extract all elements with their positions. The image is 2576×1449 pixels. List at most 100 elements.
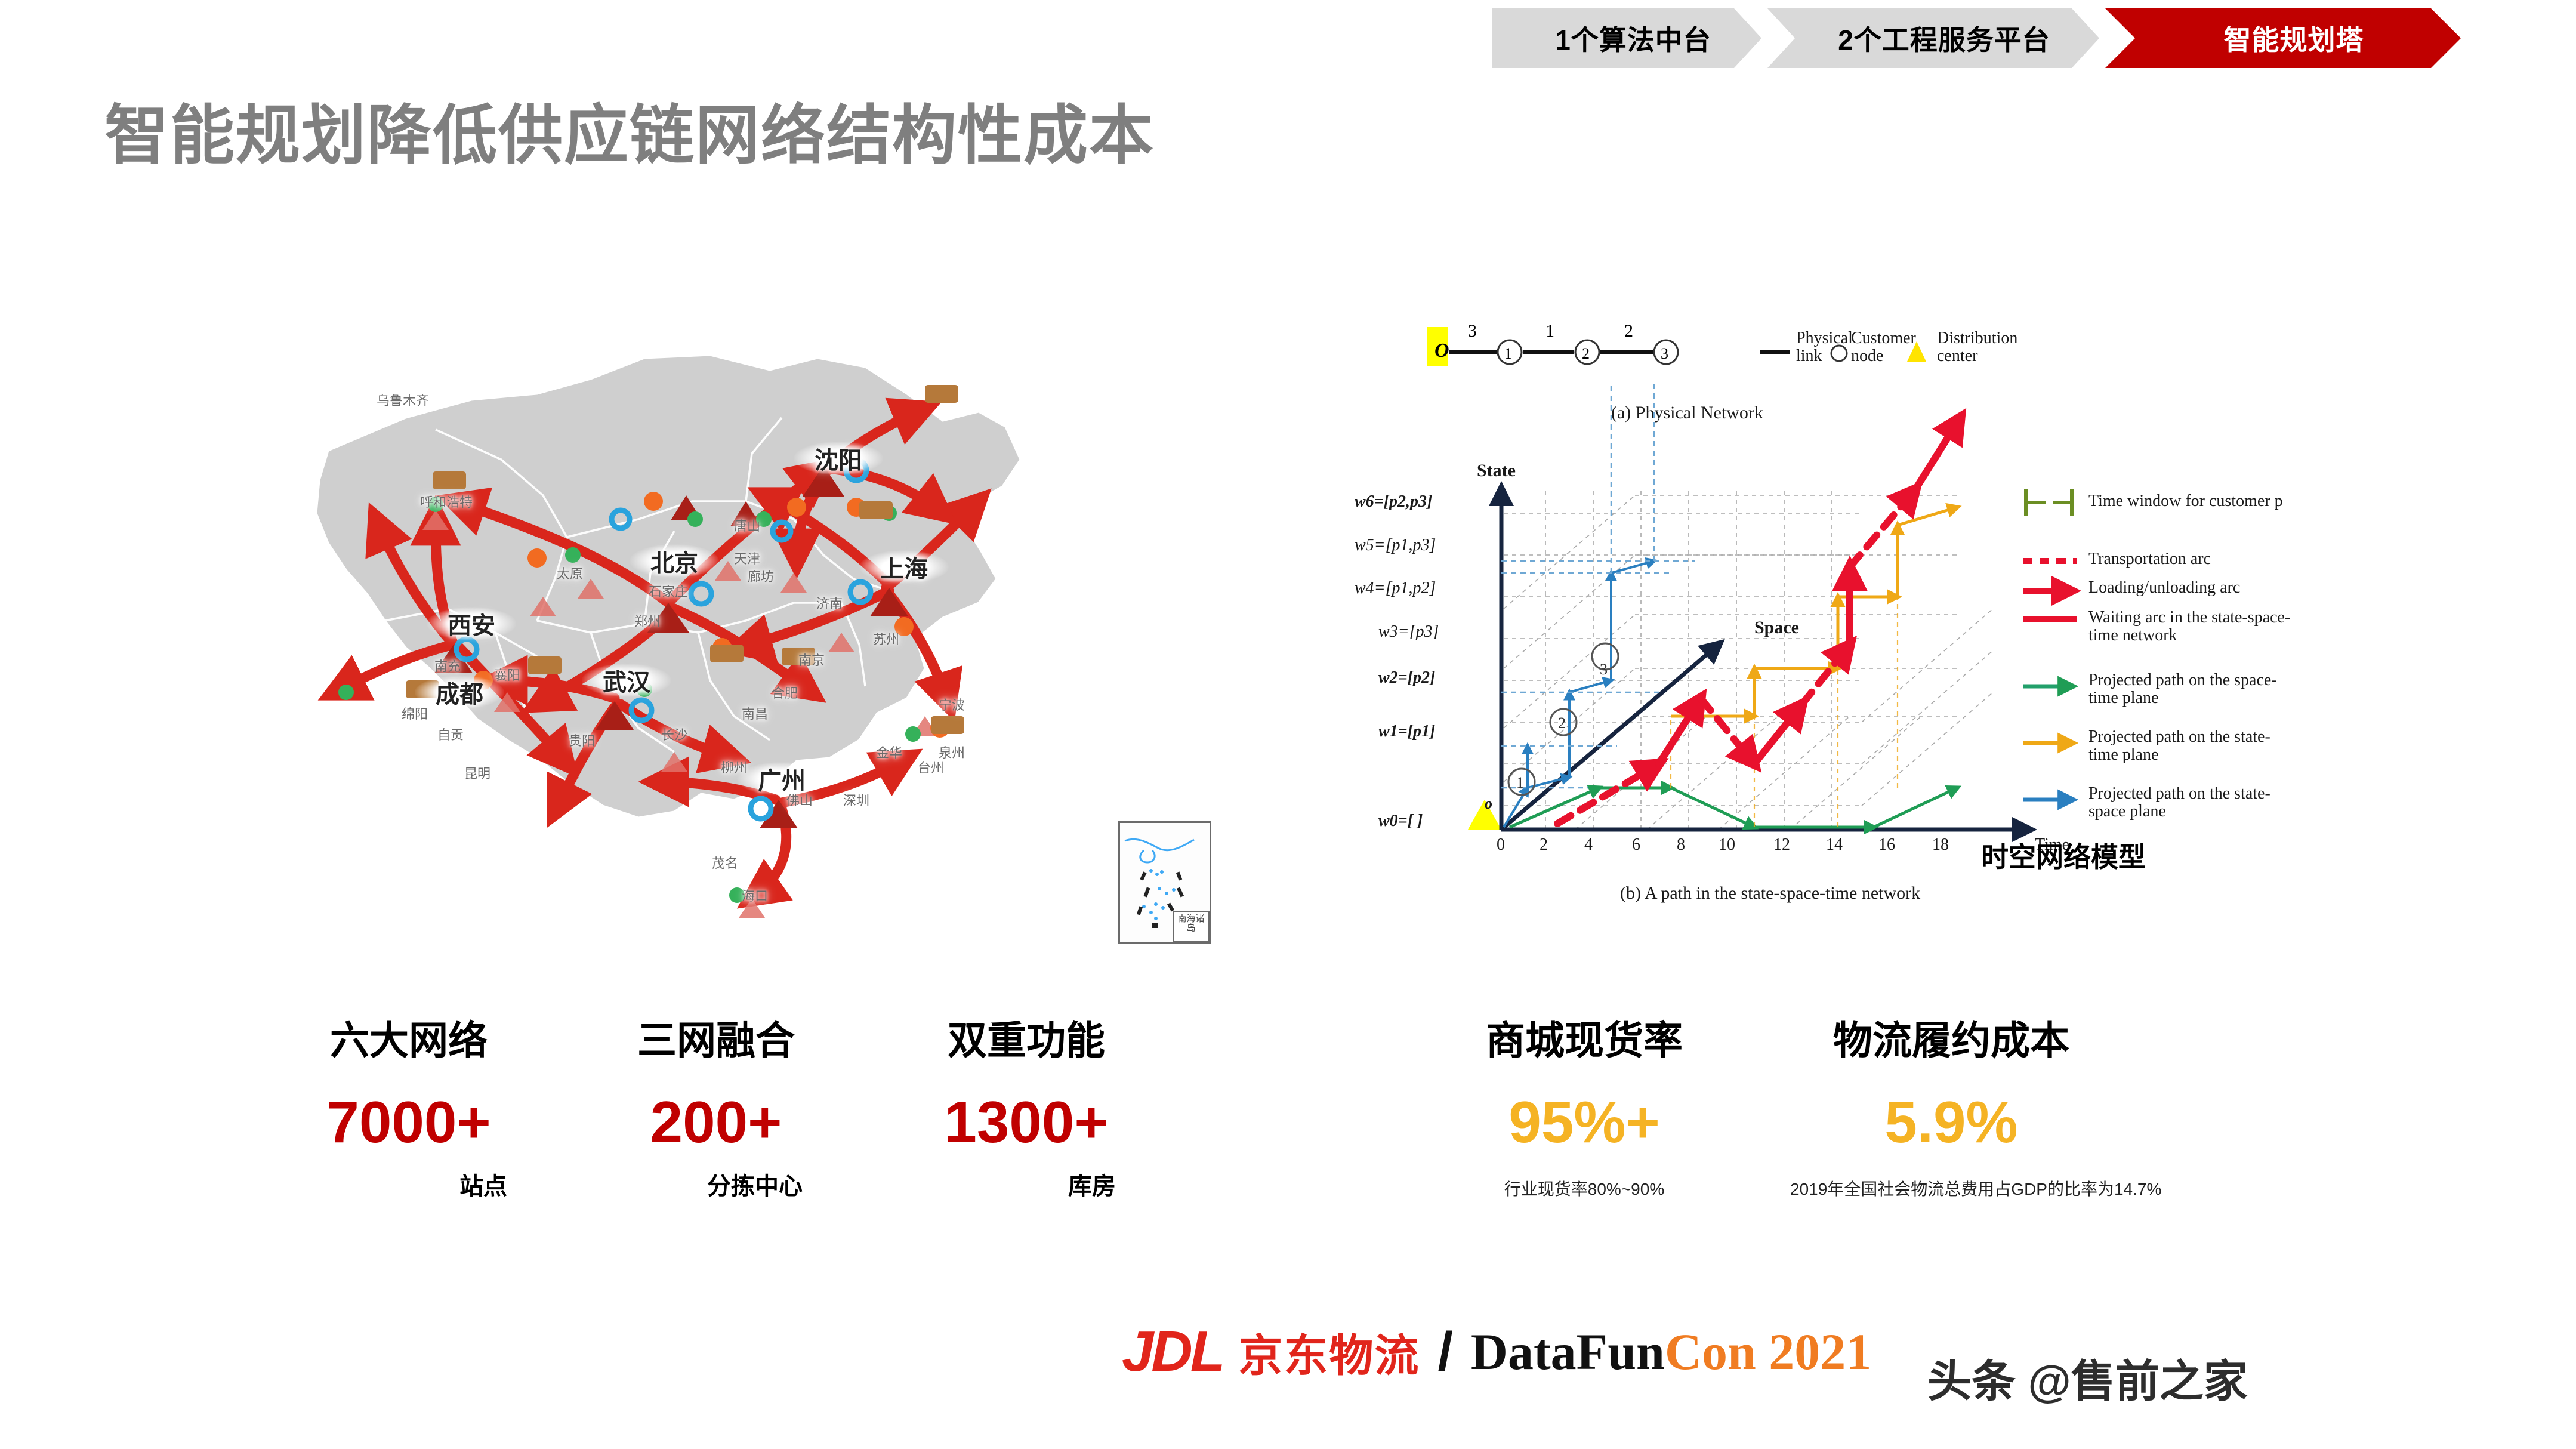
city-label-shenyang: 沈阳 (815, 448, 862, 474)
state-space-time-diagram: O 3 1 1 2 2 3 1 2 3 Physical link Custom… (1355, 310, 2339, 919)
physical-network-caption: (a) Physical Network (1611, 403, 1763, 423)
stat-value: 1300+ (944, 1089, 1109, 1155)
city-label-hohhot: 呼和浩特 (419, 495, 473, 510)
axes-main (1489, 481, 2037, 842)
legend-marks (2023, 489, 2081, 810)
process-steps-bar: 1个算法中台 2个工程服务平台 智能规划塔 (1492, 8, 2461, 68)
city-label-kunming: 昆明 (464, 766, 491, 781)
step-chip-2[interactable]: 2个工程服务平台 (1767, 8, 2099, 68)
time-tick-4: 4 (1584, 836, 1593, 854)
state-space-time-caption: (b) A path in the state-space-time netwo… (1620, 883, 1921, 903)
legend-physical-link-label: Physical link (1796, 329, 1853, 366)
datafun-logo-part1: DataFun (1470, 1323, 1665, 1380)
city-label-tangshan: 唐山 (733, 519, 761, 534)
stat-title: 双重功能 (948, 1018, 1105, 1062)
page-title: 智能规划降低供应链网络结构性成本 (104, 99, 1155, 171)
city-label-suzhou: 苏州 (872, 632, 900, 647)
state-tick-w2: w2=[p2] (1378, 668, 1436, 687)
city-label-wuhan: 武汉 (603, 670, 650, 696)
city-label-mianyang: 绵阳 (401, 707, 428, 722)
state-tick-w0: w0=[ ] (1378, 812, 1423, 830)
jdl-logo: JDL (1122, 1319, 1225, 1383)
stat-title: 物流履约成本 (1833, 1018, 2069, 1062)
city-label-tianjin: 天津 (733, 551, 761, 566)
city-label-jinan: 济南 (816, 596, 843, 611)
datafun-logo-part2: Con 2021 (1664, 1323, 1872, 1380)
city-label-quanzhou: 泉州 (938, 745, 965, 760)
svg-text:2: 2 (1582, 345, 1590, 362)
city-label-changsha: 长沙 (661, 727, 688, 742)
svg-text:2: 2 (1558, 714, 1566, 732)
stat-unit: 站点 (459, 1173, 507, 1200)
city-label-shanghai: 上海 (880, 556, 928, 582)
time-tick-18: 18 (1932, 836, 1949, 854)
time-tick-8: 8 (1677, 836, 1685, 854)
logo-separator: / (1437, 1321, 1453, 1382)
stat-title: 商城现货率 (1486, 1018, 1683, 1062)
svg-text:O: O (1434, 340, 1449, 362)
city-label-haikou: 海口 (741, 889, 769, 904)
city-label-langfang: 廊坊 (747, 569, 775, 584)
stat-value: 7000+ (326, 1089, 491, 1155)
stat-unit: 库房 (1068, 1173, 1116, 1200)
city-label-chengdu: 成都 (436, 682, 483, 708)
time-tick-14: 14 (1826, 836, 1843, 854)
city-label-jinhua: 金华 (875, 745, 903, 760)
footer-logos: JDL 京东物流 / DataFun Con 2021 (1122, 1307, 1871, 1396)
stat-value: 95%+ (1508, 1089, 1660, 1155)
step-chip-3-active[interactable]: 智能规划塔 (2105, 8, 2461, 68)
step-chip-1[interactable]: 1个算法中台 (1492, 8, 1761, 68)
stat-value: 5.9% (1884, 1089, 2018, 1155)
watermark: 头条 @售前之家 (1927, 1356, 2248, 1406)
city-label-ningbo: 宁波 (938, 698, 965, 713)
legend-transportation-arc-label: Transportation arc (2088, 550, 2211, 568)
time-tick-16: 16 (1878, 836, 1895, 854)
legend-space-time-label: Projected path on the space-time plane (2088, 671, 2277, 708)
city-label-hefei: 合肥 (771, 686, 798, 701)
svg-text:1: 1 (1516, 774, 1524, 791)
city-label-shijiazhuang: 石家庄 (648, 584, 689, 599)
city-label-zhengzhou: 郑州 (634, 614, 661, 629)
city-label-maoming: 茂名 (711, 856, 739, 871)
state-tick-w4: w4=[p1,p2] (1355, 579, 1436, 597)
city-label-nanchong: 南充 (434, 659, 461, 674)
space-axis-label: Space (1754, 618, 1799, 637)
legend-distribution-center-label: Distribution center (1937, 329, 2018, 366)
series-space-time (1508, 780, 1962, 835)
city-label-nanchang: 南昌 (741, 707, 769, 722)
time-tick-2: 2 (1540, 836, 1548, 854)
svg-text:3: 3 (1600, 661, 1608, 678)
city-label-xiangyang: 襄阳 (493, 668, 521, 683)
inset-label: 南海诸岛 (1173, 911, 1210, 942)
state-tick-w6: w6=[p2,p3] (1355, 492, 1433, 511)
svg-text:3: 3 (1661, 345, 1668, 362)
city-label-guiyang: 贵阳 (568, 733, 596, 748)
stat-card-dualfunction: 双重功能 1300+ 库房 (937, 1009, 1116, 1201)
city-label-xian: 西安 (448, 613, 495, 639)
stat-unit: 分拣中心 (707, 1173, 803, 1200)
city-label-nanjing: 南京 (798, 653, 825, 668)
city-label-taiyuan: 太原 (556, 566, 584, 581)
stat-note: 行业现货率80%~90% (1504, 1180, 1665, 1198)
axes-3d (1503, 489, 1994, 830)
city-label-shenzhen: 深圳 (843, 793, 870, 808)
city-label-beijing: 北京 (650, 550, 698, 576)
stat-title: 六大网络 (330, 1018, 488, 1062)
city-label-foshan: 佛山 (786, 793, 813, 808)
time-tick-6: 6 (1632, 836, 1640, 854)
time-tick-10: 10 (1719, 836, 1735, 854)
svg-text:1: 1 (1504, 345, 1512, 362)
legend-time-window-icon (2024, 489, 2074, 516)
state-tick-w5: w5=[p1,p3] (1355, 536, 1436, 554)
stat-card-networks: 六大网络 7000+ 站点 (310, 1009, 507, 1201)
svg-text:1: 1 (1545, 321, 1554, 341)
stat-note: 2019年全国社会物流总费用占GDP的比率为14.7% (1790, 1180, 2162, 1198)
china-logistics-map: 沈阳 北京 西安 成都 武汉 上海 广州 乌鲁木齐 呼和浩特 太原 石家庄 廊坊… (257, 322, 1211, 944)
stat-card-instock-rate: 商城现货率 95%+ 行业现货率80%~90% (1456, 1009, 1713, 1200)
city-label-zigong: 自贡 (437, 727, 464, 742)
state-space-guides (1501, 382, 1695, 789)
south-china-sea-inset: 南海诸岛 (1118, 821, 1211, 944)
diagram-chinese-caption: 时空网络模型 (1981, 841, 2146, 873)
city-label-liuzhou: 柳州 (720, 760, 748, 775)
svg-text:2: 2 (1624, 321, 1633, 341)
